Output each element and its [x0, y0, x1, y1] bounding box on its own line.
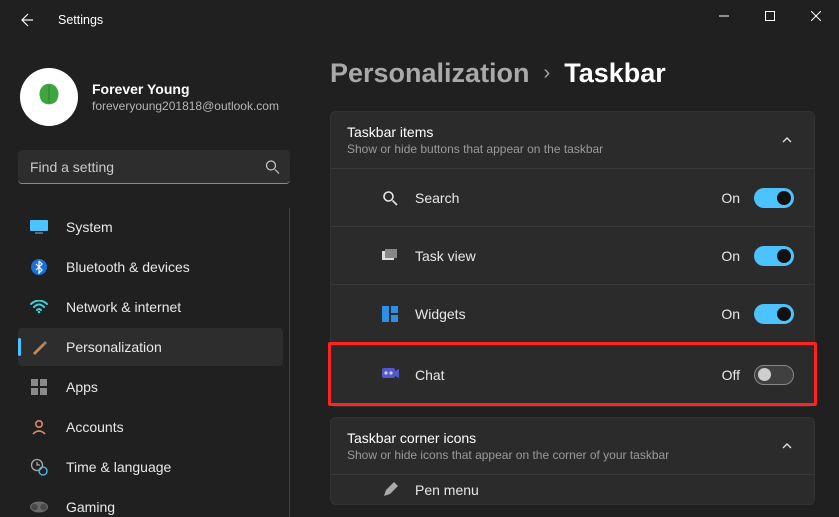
sidebar-item-gaming[interactable]: Gaming	[18, 488, 283, 517]
sidebar-item-label: Time & language	[66, 459, 171, 475]
highlight-annotation: Chat Off	[328, 342, 817, 406]
sidebar-item-label: Personalization	[66, 339, 162, 355]
row-chat: Chat Off	[331, 345, 814, 403]
monitor-icon	[30, 218, 48, 236]
toggle-state: On	[721, 190, 740, 206]
toggle-task-view[interactable]	[754, 246, 794, 266]
sidebar-item-label: Network & internet	[66, 299, 181, 315]
chevron-up-icon	[780, 133, 794, 147]
breadcrumb-parent[interactable]: Personalization	[330, 58, 530, 89]
taskbar-corner-icons-section: Taskbar corner icons Show or hide icons …	[330, 417, 815, 505]
section-title: Taskbar items	[347, 124, 603, 140]
taskbar-items-section: Taskbar items Show or hide buttons that …	[330, 111, 815, 407]
sidebar-item-label: System	[66, 219, 113, 235]
chevron-right-icon: ›	[544, 62, 551, 85]
sidebar-item-label: Accounts	[66, 419, 124, 435]
toggle-state: On	[721, 306, 740, 322]
chat-icon	[381, 366, 399, 384]
wifi-icon	[30, 298, 48, 316]
sidebar-item-time-language[interactable]: Time & language	[18, 448, 283, 486]
search-icon	[265, 160, 280, 175]
pen-icon	[381, 481, 399, 499]
paintbrush-icon	[30, 338, 48, 356]
search-input[interactable]	[18, 150, 290, 184]
toggle-state: On	[721, 248, 740, 264]
taskbar-corner-icons-header[interactable]: Taskbar corner icons Show or hide icons …	[331, 418, 814, 474]
row-label: Search	[415, 190, 721, 206]
sidebar-item-accounts[interactable]: Accounts	[18, 408, 283, 446]
back-button[interactable]	[8, 2, 44, 38]
row-label: Chat	[415, 367, 722, 383]
breadcrumb: Personalization › Taskbar	[330, 58, 815, 89]
sidebar-item-label: Bluetooth & devices	[66, 259, 190, 275]
profile-name: Forever Young	[92, 81, 279, 97]
row-task-view: Task view On	[331, 226, 814, 284]
toggle-chat[interactable]	[754, 365, 794, 385]
row-label: Pen menu	[415, 482, 794, 498]
section-subtitle: Show or hide buttons that appear on the …	[347, 142, 603, 156]
search-icon	[381, 189, 399, 207]
sidebar-item-label: Gaming	[66, 499, 115, 515]
row-label: Widgets	[415, 306, 721, 322]
bluetooth-icon	[30, 258, 48, 276]
sidebar-item-label: Apps	[66, 379, 98, 395]
apps-icon	[30, 378, 48, 396]
search-container	[18, 150, 290, 184]
profile-block[interactable]: Forever Young foreveryoung201818@outlook…	[20, 68, 290, 126]
nav-list: System Bluetooth & devices Network & int…	[18, 208, 290, 517]
section-title: Taskbar corner icons	[347, 430, 669, 446]
toggle-widgets[interactable]	[754, 304, 794, 324]
person-icon	[30, 418, 48, 436]
taskbar-items-header[interactable]: Taskbar items Show or hide buttons that …	[331, 112, 814, 168]
row-pen-menu: Pen menu	[331, 474, 814, 504]
row-widgets: Widgets On	[331, 284, 814, 342]
page-title: Taskbar	[564, 58, 666, 89]
maximize-button[interactable]	[747, 0, 793, 32]
sidebar-item-personalization[interactable]: Personalization	[18, 328, 283, 366]
profile-email: foreveryoung201818@outlook.com	[92, 99, 279, 113]
clock-globe-icon	[30, 458, 48, 476]
sidebar-item-apps[interactable]: Apps	[18, 368, 283, 406]
toggle-search[interactable]	[754, 188, 794, 208]
row-label: Task view	[415, 248, 721, 264]
close-button[interactable]	[793, 0, 839, 32]
task-view-icon	[381, 247, 399, 265]
toggle-state: Off	[722, 367, 740, 383]
minimize-button[interactable]	[701, 0, 747, 32]
sidebar-item-system[interactable]: System	[18, 208, 283, 246]
main-content: Personalization › Taskbar Taskbar items …	[300, 40, 839, 517]
avatar	[20, 68, 78, 126]
sidebar-item-bluetooth[interactable]: Bluetooth & devices	[18, 248, 283, 286]
app-title: Settings	[58, 13, 103, 27]
section-subtitle: Show or hide icons that appear on the co…	[347, 448, 669, 462]
title-bar: Settings	[0, 0, 839, 40]
row-search: Search On	[331, 168, 814, 226]
gamepad-icon	[30, 498, 48, 516]
widgets-icon	[381, 305, 399, 323]
sidebar-item-network[interactable]: Network & internet	[18, 288, 283, 326]
chevron-up-icon	[780, 439, 794, 453]
sidebar: Forever Young foreveryoung201818@outlook…	[0, 40, 300, 517]
